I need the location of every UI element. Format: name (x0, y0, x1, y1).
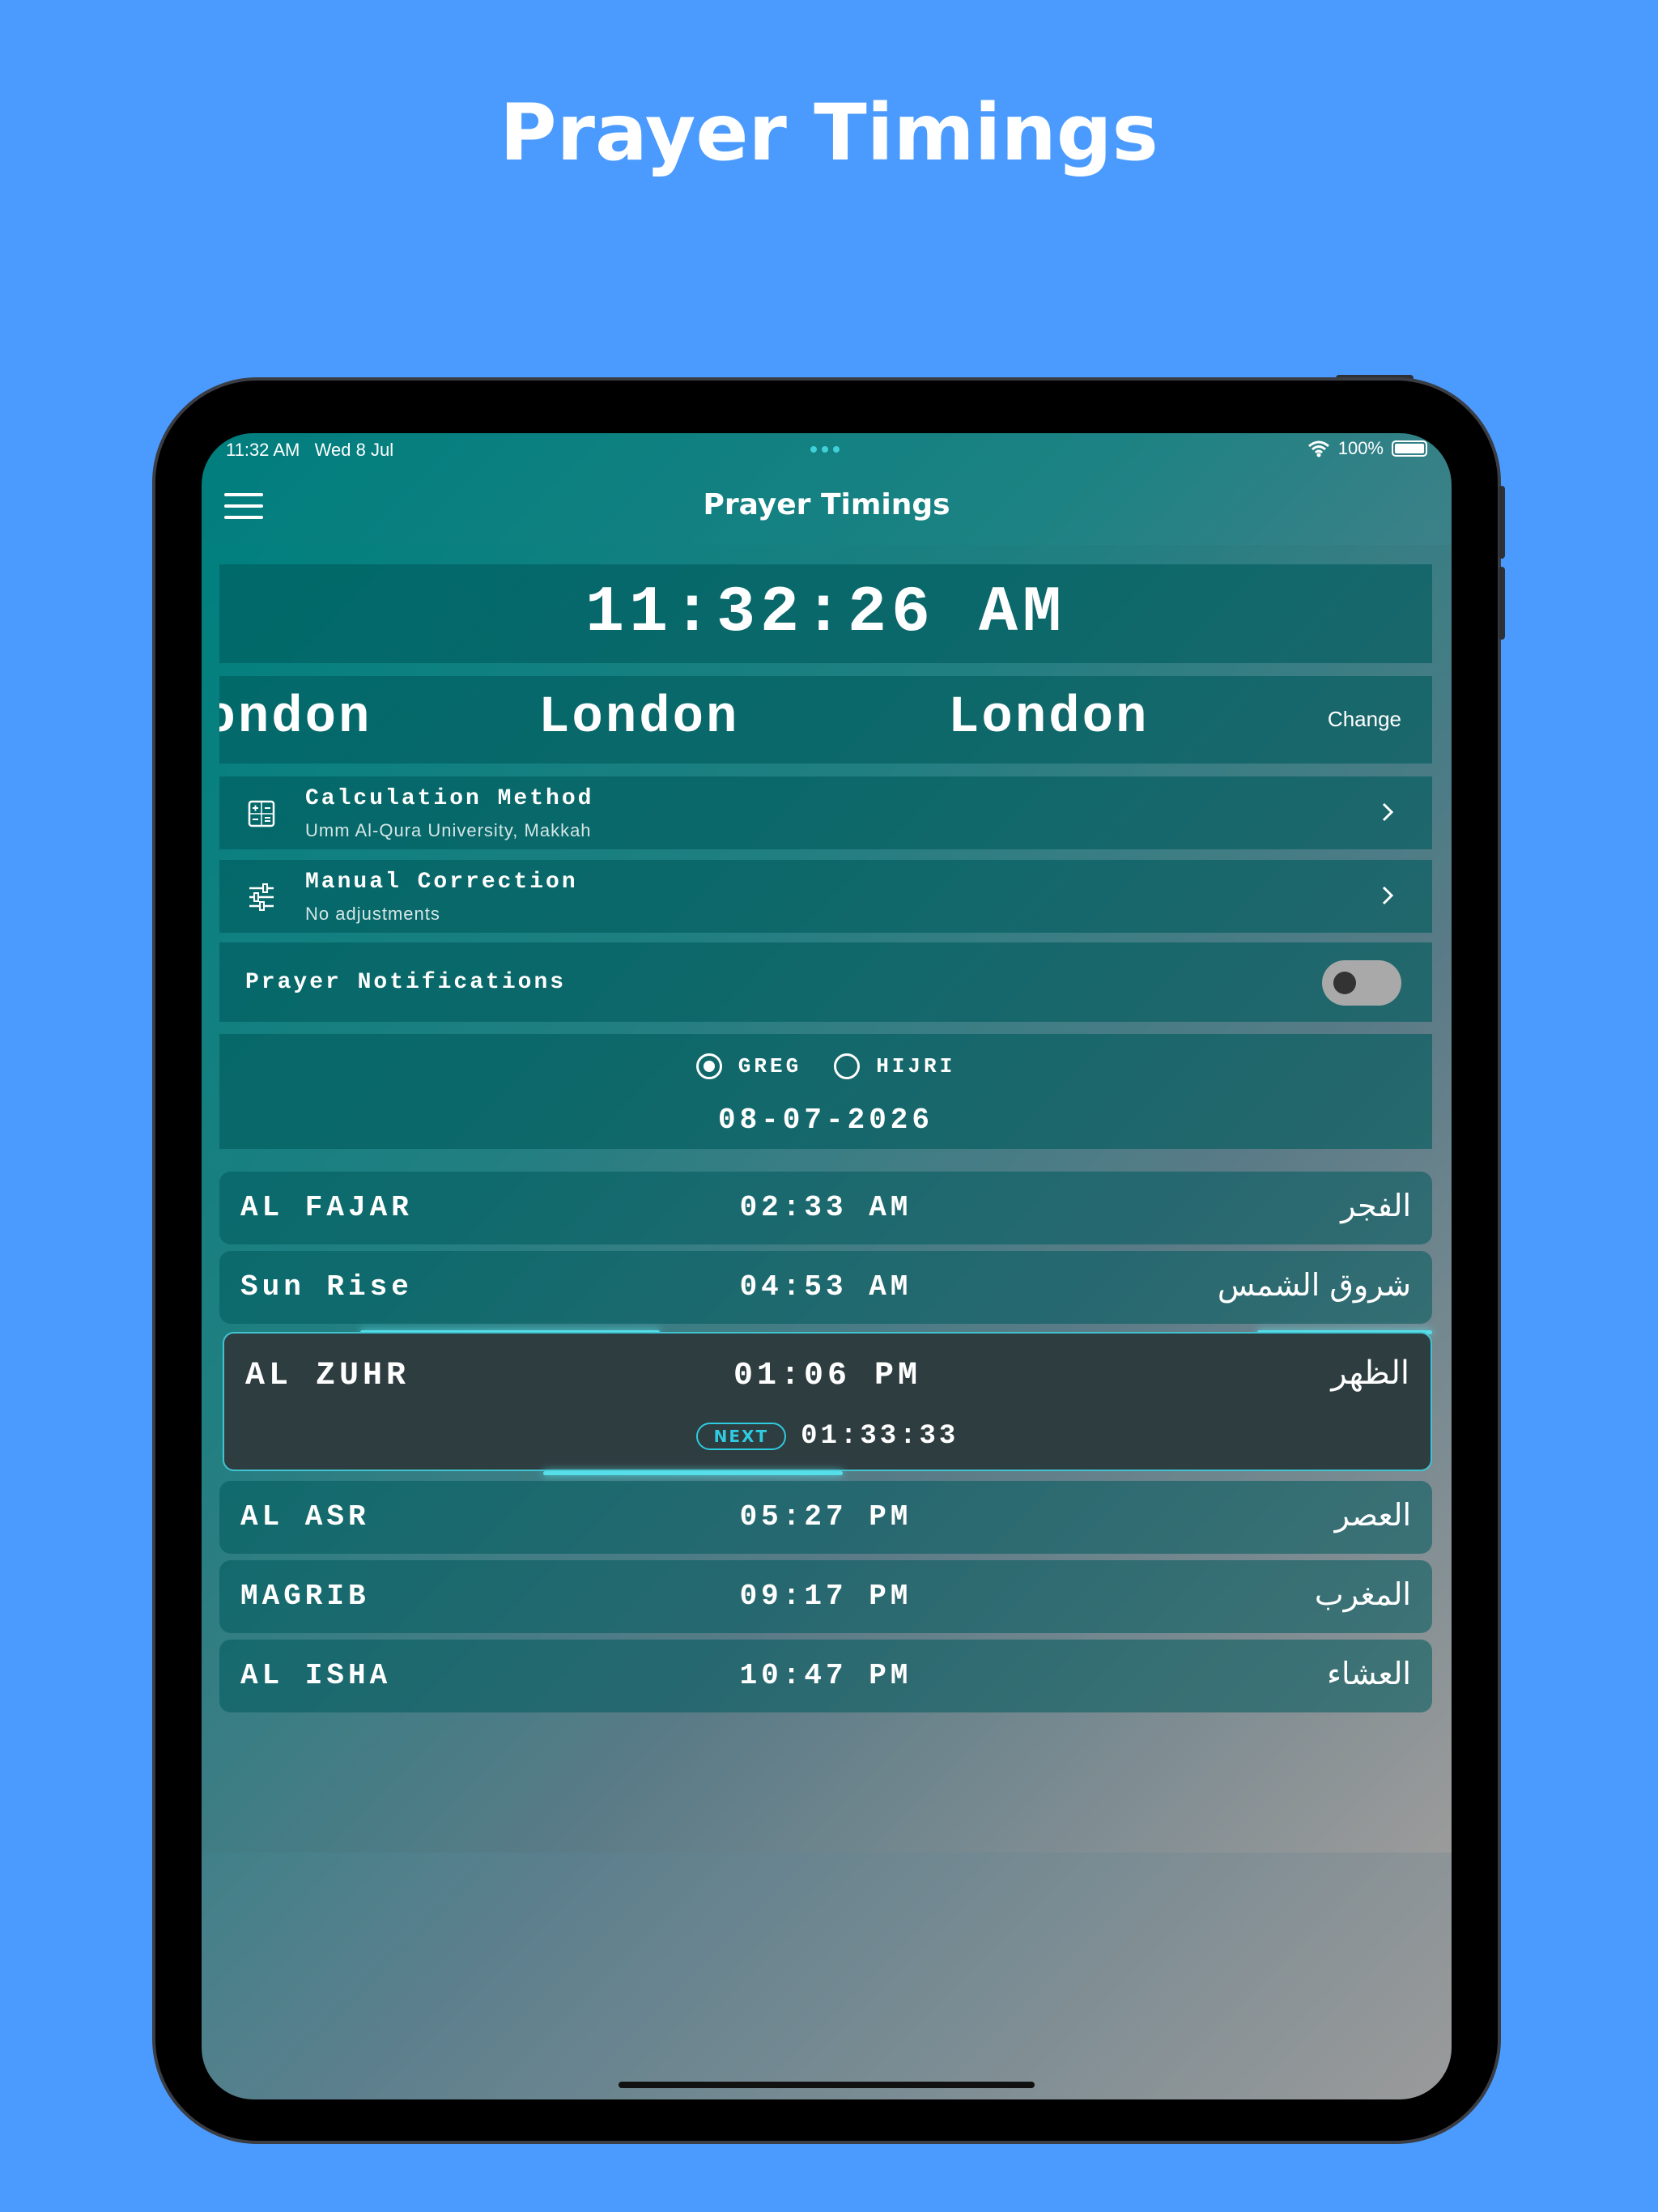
city-name: London (948, 689, 1150, 747)
wifi-icon (1307, 440, 1329, 457)
prayer-time: 09:17 PM (739, 1580, 912, 1613)
prayer-row: AL ISHA 10:47 PM العشاء (219, 1640, 1432, 1712)
change-city-button[interactable]: Change (1328, 707, 1401, 732)
radio-label: GREG (738, 1054, 802, 1078)
battery-percent: 100% (1337, 438, 1384, 458)
setting-title: Manual Correction (305, 870, 578, 895)
prayer-name-arabic: شروق الشمس (1217, 1267, 1411, 1303)
prayer-row: MAGRIB 09:17 PM المغرب (219, 1560, 1432, 1633)
prayer-notifications-row: Prayer Notifications (219, 942, 1432, 1022)
multitasking-dots-icon[interactable] (810, 446, 840, 453)
manual-correction-row[interactable]: Manual Correction No adjustments (219, 860, 1432, 933)
battery-icon (1392, 440, 1427, 457)
prayer-name-arabic: الفجر (1341, 1188, 1411, 1223)
status-date: Wed 8 Jul (314, 440, 394, 460)
radio-selected-icon (695, 1053, 722, 1079)
prayer-row: AL FAJAR 02:33 AM الفجر (219, 1172, 1432, 1244)
status-right: 100% (1307, 438, 1427, 459)
radio-hijri[interactable]: HIJRI (834, 1053, 955, 1079)
page-title: Prayer Timings (500, 87, 1158, 178)
app-screen: 11:32 AM Wed 8 Jul 100% Prayer Timings 1… (202, 433, 1452, 2099)
calendar-type-selector: GREG HIJRI (219, 1053, 1432, 1079)
setting-title: Calculation Method (305, 786, 594, 811)
status-time: 11:32 AM (226, 440, 300, 460)
countdown-timer: 01:33:33 (801, 1421, 959, 1452)
prayer-name-arabic: المغرب (1314, 1576, 1411, 1612)
prayer-time: 10:47 PM (739, 1659, 912, 1692)
prayer-time: 05:27 PM (739, 1500, 912, 1534)
prayer-name-arabic: العصر (1334, 1497, 1411, 1533)
chevron-right-icon (1382, 886, 1394, 905)
nav-title: Prayer Timings (703, 488, 950, 521)
prayer-time: 01:06 PM (733, 1358, 922, 1394)
next-highlight-glow (543, 1471, 843, 1475)
next-badge: NEXT (695, 1423, 787, 1450)
setting-subtitle: Umm Al-Qura University, Makkah (305, 820, 592, 840)
prayer-row: AL ASR 05:27 PM العصر (219, 1481, 1432, 1554)
city-marquee: London London London Change (219, 676, 1432, 764)
device-volume-button (1499, 567, 1505, 640)
city-name: London (219, 689, 372, 747)
date-panel: GREG HIJRI 08-07-2026 (219, 1034, 1432, 1149)
status-bar: 11:32 AM Wed 8 Jul 100% (202, 433, 1452, 469)
prayer-row-next: AL ZUHR 01:06 PM الظهر NEXT 01:33:33 (223, 1332, 1432, 1471)
prayer-time: 02:33 AM (739, 1191, 912, 1224)
current-time-clock: 11:32:26 AM (219, 564, 1432, 663)
prayer-name-arabic: الظهر (1331, 1355, 1409, 1392)
notifications-label: Prayer Notifications (245, 970, 567, 995)
device-volume-button (1499, 486, 1505, 559)
prayer-name-arabic: العشاء (1327, 1656, 1411, 1691)
notifications-toggle[interactable] (1322, 960, 1401, 1006)
chevron-right-icon (1382, 802, 1394, 822)
next-prayer-countdown-row: NEXT 01:33:33 (224, 1421, 1431, 1452)
radio-unselected-icon (834, 1053, 861, 1079)
radio-label: HIJRI (876, 1054, 956, 1078)
city-name: London (538, 689, 740, 747)
sliders-icon (249, 883, 274, 911)
calculation-method-row[interactable]: Calculation Method Umm Al-Qura Universit… (219, 776, 1432, 849)
home-indicator[interactable] (619, 2082, 1035, 2088)
date-value[interactable]: 08-07-2026 (219, 1104, 1432, 1137)
radio-greg[interactable]: GREG (695, 1053, 802, 1079)
setting-subtitle: No adjustments (305, 904, 440, 924)
prayer-row: Sun Rise 04:53 AM شروق الشمس (219, 1251, 1432, 1324)
calculator-icon (248, 800, 275, 827)
